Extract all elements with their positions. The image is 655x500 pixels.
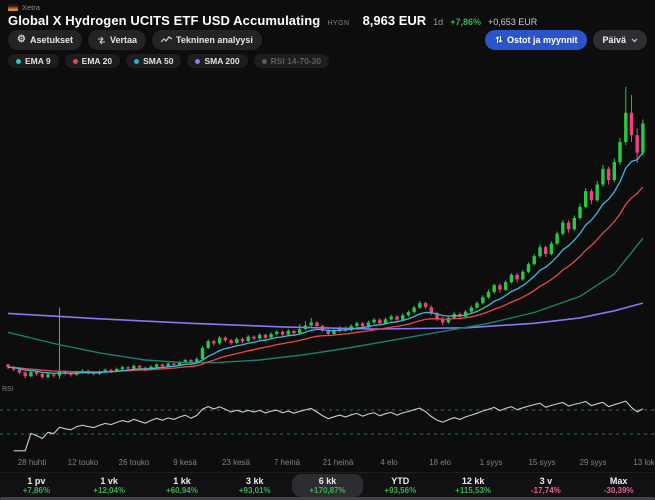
period-change: +115,53%: [455, 487, 491, 495]
period-label: YTD: [391, 477, 409, 486]
toolbar-right: Ostot ja myynnit Päivä: [485, 30, 647, 50]
x-axis-tick: 21 heinä: [323, 458, 354, 467]
period-label: 1 kk: [173, 477, 191, 486]
period-max[interactable]: Max-30,39%: [583, 474, 654, 497]
price-chart[interactable]: [0, 68, 655, 386]
period-1vk[interactable]: 1 vk+12,04%: [74, 474, 145, 497]
x-axis-tick: 9 kesä: [173, 458, 197, 467]
x-axis-tick: 26 touko: [119, 458, 150, 467]
x-axis-tick: 15 syys: [528, 458, 555, 467]
legend-dot-icon: [195, 59, 200, 64]
interval-value: Päivä: [602, 35, 626, 45]
period-change: +7,86%: [23, 487, 50, 495]
instrument-header: Xetra Global X Hydrogen UCITS ETF USD Ac…: [0, 0, 655, 28]
period-change: -17,74%: [531, 487, 561, 495]
period-label: Max: [610, 477, 628, 486]
legend-label: EMA 20: [82, 56, 112, 66]
x-axis-tick: 4 elo: [380, 458, 397, 467]
settings-label: Asetukset: [30, 35, 73, 45]
legend-label: EMA 9: [25, 56, 51, 66]
legend-label: RSI 14-70-30: [271, 56, 322, 66]
x-axis-tick: 18 elo: [429, 458, 451, 467]
period-12kk[interactable]: 12 kk+115,53%: [438, 474, 509, 497]
period-6kk[interactable]: 6 kk+170,87%: [292, 474, 363, 497]
compare-label: Vertaa: [110, 35, 137, 45]
indicator-legend: EMA 9 EMA 20 SMA 50 SMA 200 RSI 14-70-30: [8, 54, 329, 68]
german-flag-icon: [8, 4, 18, 11]
period-change: +93,01%: [239, 487, 271, 495]
change-absolute: +0,653 EUR: [488, 17, 537, 27]
sma50-line: [8, 238, 643, 363]
legend-label: SMA 50: [143, 56, 173, 66]
chart-toolbar: ⚙ Asetukset Vertaa Tekninen analyysi Ost…: [8, 30, 647, 50]
exchange-name: Xetra: [22, 3, 40, 12]
trades-label: Ostot ja myynnit: [507, 35, 578, 45]
technical-analysis-label: Tekninen analyysi: [176, 35, 253, 45]
line-chart-icon: [161, 36, 172, 44]
legend-dot-icon: [262, 59, 267, 64]
x-axis-tick: 12 touko: [68, 458, 99, 467]
period-3kk[interactable]: 3 kk+93,01%: [219, 474, 290, 497]
compare-button[interactable]: Vertaa: [88, 30, 146, 50]
ema20-line: [8, 187, 643, 372]
last-price: 8,963 EUR: [363, 13, 427, 28]
gear-icon: ⚙: [17, 35, 26, 45]
up-down-arrows-icon: [495, 35, 503, 46]
change-period: 1d: [433, 17, 443, 27]
legend-sma-50[interactable]: SMA 50: [126, 54, 181, 68]
settings-button[interactable]: ⚙ Asetukset: [8, 30, 82, 50]
compare-icon: [97, 36, 106, 45]
period-label: 1 vk: [100, 477, 118, 486]
period-label: 3 v: [540, 477, 553, 486]
x-axis-tick: 28 huhti: [18, 458, 46, 467]
x-axis: 28 huhti 12 touko 26 touko 9 kesä 23 kesä 7 h…: [0, 458, 655, 470]
period-change: +60,94%: [166, 487, 198, 495]
legend-ema-20[interactable]: EMA 20: [65, 54, 120, 68]
chevron-down-icon: [631, 38, 638, 43]
x-axis-tick: 7 heinä: [274, 458, 300, 467]
x-axis-tick: 1 syys: [480, 458, 503, 467]
period-ytd[interactable]: YTD+93,56%: [365, 474, 436, 497]
legend-ema-9[interactable]: EMA 9: [8, 54, 59, 68]
technical-analysis-button[interactable]: Tekninen analyysi: [152, 30, 262, 50]
chart-area: RSI 28 huhti12 touko26 touko9 kesä23 kes…: [0, 68, 655, 470]
period-label: 3 kk: [246, 477, 264, 486]
period-label: 12 kk: [462, 477, 485, 486]
ema9-line: [8, 153, 643, 374]
x-axis-tick: 29 syys: [579, 458, 606, 467]
instrument-ticker: HYGN: [327, 20, 349, 27]
legend-dot-icon: [73, 59, 78, 64]
period-1pv[interactable]: 1 pv+7,86%: [1, 474, 72, 497]
period-change: -30,39%: [604, 487, 634, 495]
period-change: +93,56%: [384, 487, 416, 495]
change-percent: +7,86%: [450, 17, 481, 27]
legend-dot-icon: [16, 59, 21, 64]
exchange-row: Xetra: [8, 3, 647, 12]
interval-dropdown[interactable]: Päivä: [593, 30, 647, 50]
rsi-panel[interactable]: [0, 388, 655, 456]
x-axis-tick: 23 kesä: [222, 458, 250, 467]
period-label: 1 pv: [27, 477, 45, 486]
instrument-title: Global X Hydrogen UCITS ETF USD Accumula…: [8, 13, 320, 28]
period-label: 6 kk: [319, 477, 337, 486]
trades-button[interactable]: Ostot ja myynnit: [485, 30, 588, 50]
x-axis-tick: 13 lok: [633, 458, 654, 467]
legend-rsi-14-70-30[interactable]: RSI 14-70-30: [254, 54, 330, 68]
legend-sma-200[interactable]: SMA 200: [187, 54, 247, 68]
title-row: Global X Hydrogen UCITS ETF USD Accumula…: [8, 13, 647, 28]
period-change: +170,87%: [309, 487, 345, 495]
period-change: +12,04%: [93, 487, 125, 495]
rsi-line: [14, 401, 643, 451]
legend-label: SMA 200: [204, 56, 239, 66]
period-3v[interactable]: 3 v-17,74%: [510, 474, 581, 497]
period-selector: 1 pv+7,86%1 vk+12,04%1 kk+60,94%3 kk+93,…: [0, 472, 655, 498]
legend-dot-icon: [134, 59, 139, 64]
sma200-line: [8, 303, 643, 329]
period-1kk[interactable]: 1 kk+60,94%: [147, 474, 218, 497]
